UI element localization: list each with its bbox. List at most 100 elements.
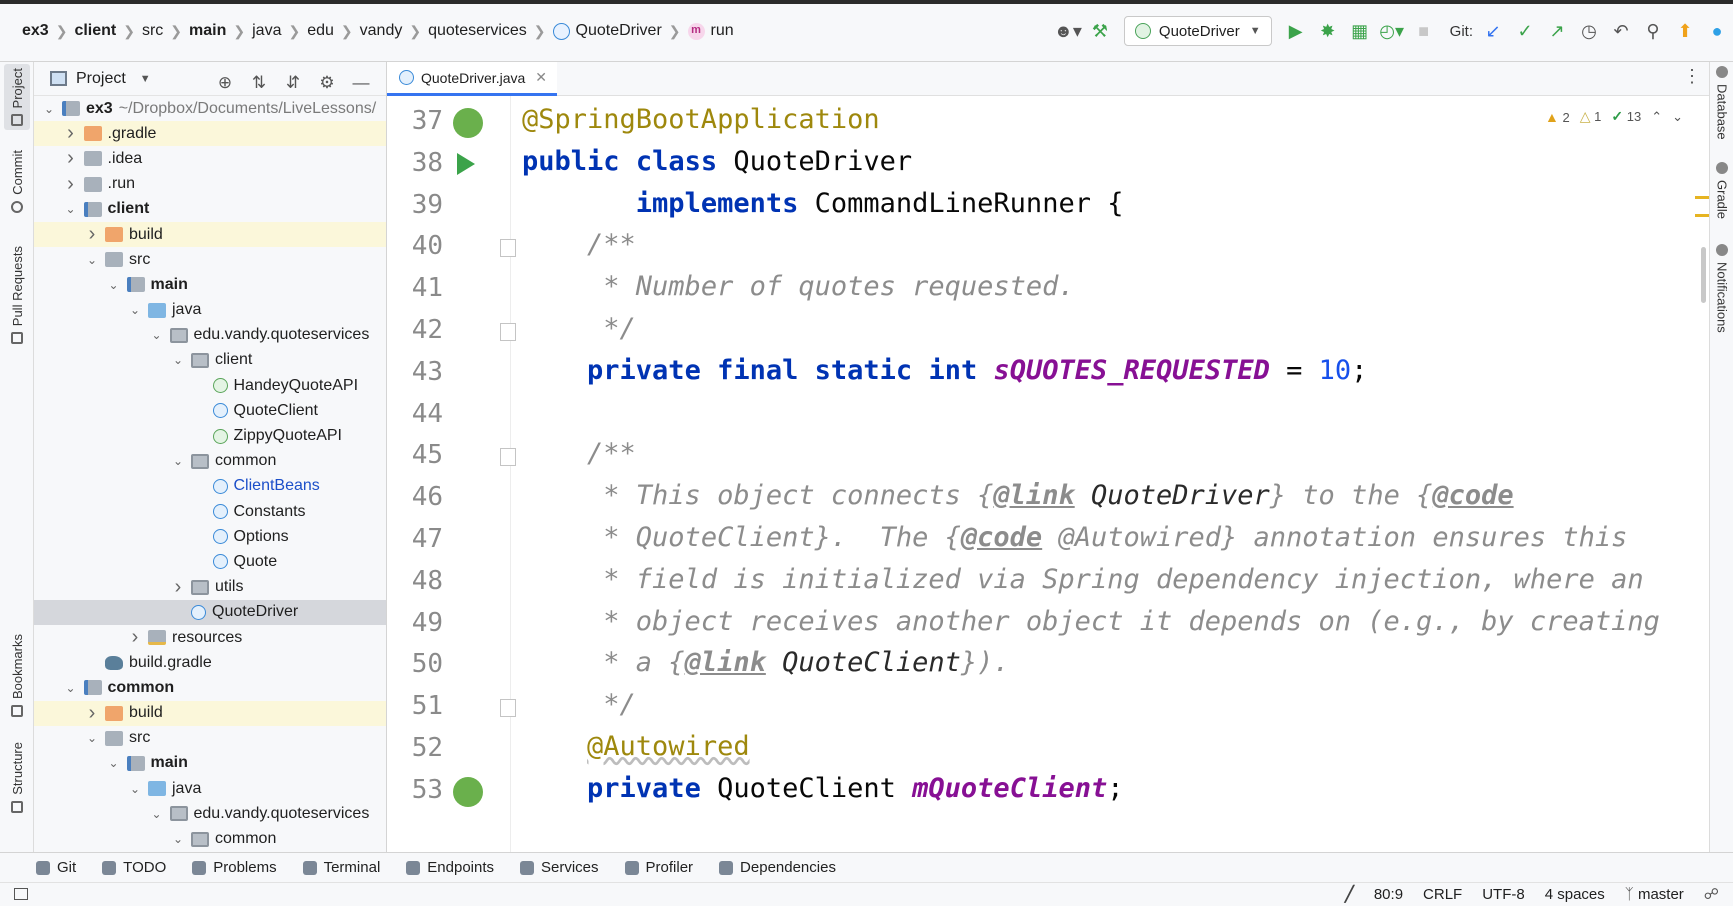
code-line[interactable]: * a {@link QuoteClient}). <box>522 647 1009 678</box>
tree-row[interactable]: ⌄ java <box>34 776 386 801</box>
tool-tab-project[interactable]: Project <box>4 64 30 131</box>
tree-row[interactable]: › build <box>34 221 386 248</box>
search-icon[interactable]: ⚲ <box>1637 15 1669 47</box>
tree-row[interactable]: ⌄ client <box>34 348 386 373</box>
tool-window-profiler[interactable]: Profiler <box>624 859 693 876</box>
tree-row[interactable]: ⌄ common <box>34 449 386 474</box>
close-icon[interactable]: ✕ <box>535 69 547 86</box>
user-icon[interactable]: ☻▾ <box>1052 15 1084 47</box>
warnings-count[interactable]: ▲ 2 <box>1545 109 1570 125</box>
git-commit-icon[interactable]: ✓ <box>1509 15 1541 47</box>
inspection-widget[interactable]: ▲ 2 △ 1 ✓ 13 ⌃ ⌄ <box>1545 108 1683 125</box>
tool-tab-structure[interactable]: Structure <box>4 742 30 813</box>
chevron-down-icon[interactable]: ⌄ <box>126 782 144 796</box>
build-hammer-icon[interactable]: ⚒ <box>1084 15 1116 47</box>
code-line[interactable]: * QuoteClient}. The {@code @Autowired} a… <box>522 522 1627 553</box>
fold-marker-icon[interactable] <box>500 448 516 467</box>
file-encoding[interactable]: UTF-8 <box>1482 886 1525 903</box>
chevron-down-icon[interactable]: ⌄ <box>105 756 123 770</box>
run-configuration-select[interactable]: QuoteDriver ▼ <box>1123 16 1272 46</box>
tree-row[interactable]: ⌄ src <box>34 726 386 751</box>
coverage-icon[interactable]: ▦ <box>1344 15 1376 47</box>
chevron-down-icon[interactable]: ⌄ <box>169 353 187 367</box>
typos-count[interactable]: ✓ 13 <box>1611 108 1641 125</box>
breadcrumb-item[interactable]: vandy <box>360 22 403 40</box>
code-line[interactable]: public class QuoteDriver <box>522 146 912 177</box>
breadcrumb-item[interactable]: ex3 <box>22 22 49 40</box>
breadcrumb-item[interactable]: edu <box>307 22 334 40</box>
tree-row[interactable]: ⌄ main <box>34 751 386 776</box>
code-line[interactable]: @Autowired <box>522 731 750 762</box>
code-line[interactable]: */ <box>522 689 636 720</box>
chevron-down-icon[interactable]: ⌄ <box>83 253 101 267</box>
caret-position[interactable]: 80:9 <box>1374 886 1403 903</box>
chevron-right-icon[interactable]: › <box>62 173 80 196</box>
git-push-icon[interactable]: ↗ <box>1541 15 1573 47</box>
code-line[interactable]: /** <box>522 229 636 260</box>
collapse-all-icon[interactable]: ⇵ <box>276 67 310 99</box>
chevron-right-icon[interactable]: › <box>83 223 101 246</box>
chevron-down-icon[interactable]: ⌄ <box>105 278 123 292</box>
debug-icon[interactable]: ✸ <box>1312 15 1344 47</box>
tree-row[interactable]: › utils <box>34 575 386 600</box>
weak-warnings-count[interactable]: △ 1 <box>1580 108 1602 125</box>
tool-tab-notifications[interactable]: Notifications <box>1712 244 1732 333</box>
breadcrumb-item[interactable]: quoteservices <box>428 22 527 40</box>
editor-gutter[interactable]: 37 38 39 40 41 42 43 44 45 46 47 48 49 50 51 52 53 <box>387 96 516 852</box>
chevron-down-icon[interactable]: ▼ <box>140 73 151 85</box>
tool-tab-bookmarks[interactable]: Bookmarks <box>4 634 30 718</box>
chevron-down-icon[interactable]: ⌄ <box>1672 109 1683 125</box>
chevron-down-icon[interactable]: ⌄ <box>62 681 80 695</box>
tree-row[interactable]: ⌄ common <box>34 826 386 851</box>
warning-mark[interactable] <box>1695 196 1709 199</box>
tree-row[interactable]: Options <box>34 524 386 549</box>
breadcrumb-item[interactable]: m run <box>687 22 734 40</box>
profile-icon[interactable]: ◴▾ <box>1376 15 1408 47</box>
lock-icon[interactable]: ☍ <box>1704 885 1719 903</box>
gear-icon[interactable]: ⚙ <box>310 67 344 99</box>
code-line[interactable]: * This object connects {@link QuoteDrive… <box>522 480 1513 511</box>
tool-window-problems[interactable]: Problems <box>192 859 277 876</box>
fold-marker-icon[interactable] <box>500 699 516 718</box>
chevron-right-icon[interactable]: › <box>83 702 101 725</box>
chevron-right-icon[interactable]: › <box>169 576 187 599</box>
chevron-up-icon[interactable]: ⌃ <box>1651 109 1662 125</box>
tool-window-services[interactable]: Services <box>520 859 599 876</box>
code-line[interactable]: * Number of quotes requested. <box>522 271 1074 302</box>
update-icon[interactable]: ⬆ <box>1669 15 1701 47</box>
stop-icon[interactable]: ■ <box>1408 15 1440 47</box>
tree-row[interactable]: Constants <box>34 499 386 524</box>
vertical-scrollbar[interactable] <box>1701 247 1706 303</box>
locate-file-icon[interactable]: ⊕ <box>208 67 242 99</box>
toolbox-icon[interactable]: ● <box>1701 15 1733 47</box>
fold-marker-icon[interactable] <box>500 239 516 258</box>
code-area[interactable]: @SpringBootApplication public class Quote… <box>522 96 1692 852</box>
breadcrumb-item[interactable]: main <box>189 22 226 40</box>
tree-row[interactable]: ⌄ edu.vandy.quoteservices <box>34 801 386 826</box>
tool-tab-commit[interactable]: Commit <box>4 150 30 213</box>
tree-row[interactable]: ClientBeans <box>34 474 386 499</box>
rollback-icon[interactable]: ↶ <box>1605 15 1637 47</box>
tree-row[interactable]: › .idea <box>34 146 386 171</box>
code-line[interactable]: */ <box>522 313 636 344</box>
tree-row[interactable]: › .run <box>34 172 386 197</box>
code-line[interactable]: * field is initialized via Spring depend… <box>522 564 1643 595</box>
chevron-down-icon[interactable]: ⌄ <box>83 731 101 745</box>
chevron-right-icon[interactable]: › <box>62 147 80 170</box>
chevron-down-icon[interactable]: ⌄ <box>148 807 166 821</box>
tree-row[interactable]: QuoteDriver <box>34 599 386 625</box>
indent-setting[interactable]: 4 spaces <box>1545 886 1605 903</box>
chevron-down-icon[interactable]: ⌄ <box>169 832 187 846</box>
toggle-tool-windows-icon[interactable] <box>14 888 28 900</box>
error-stripe[interactable] <box>1695 96 1709 852</box>
tree-row[interactable]: ⌄ java <box>34 298 386 323</box>
tree-row[interactable]: › .gradle <box>34 121 386 147</box>
chevron-down-icon[interactable]: ⌄ <box>40 102 58 116</box>
git-update-icon[interactable]: ↙ <box>1477 15 1509 47</box>
tree-row[interactable]: ⌄ common <box>34 675 386 700</box>
fold-marker-icon[interactable] <box>500 323 516 341</box>
more-vertical-icon[interactable]: ⋮ <box>1683 66 1701 87</box>
code-line[interactable]: /** <box>522 438 636 469</box>
warning-mark[interactable] <box>1695 214 1709 217</box>
code-line[interactable]: private final static int sQUOTES_REQUEST… <box>522 355 1367 386</box>
